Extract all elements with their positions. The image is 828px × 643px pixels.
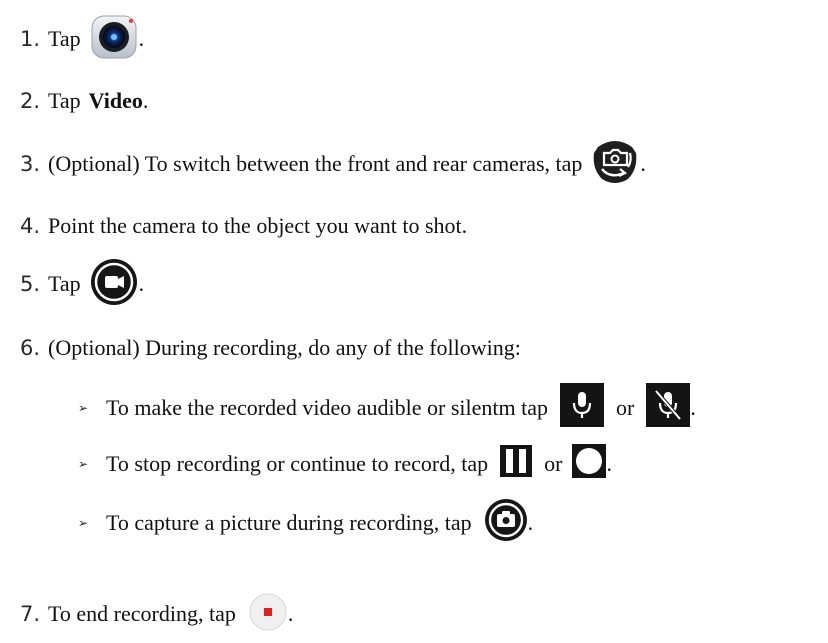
- bullet-punctuation: .: [690, 395, 696, 420]
- step-punctuation: .: [142, 88, 149, 113]
- step-text: (Optional) To switch between the front a…: [48, 151, 583, 176]
- bullet-3: ➢ To capture a picture during recording,…: [0, 498, 533, 548]
- microphone-muted-icon[interactable]: [646, 383, 691, 433]
- step-text: Tap: [48, 26, 81, 51]
- step-number: 6.: [19, 335, 40, 360]
- step-number: 5.: [19, 271, 40, 296]
- step-3: 3. (Optional) To switch between the fron…: [0, 139, 646, 189]
- step-punctuation: .: [640, 151, 646, 176]
- video-mode-label: Video: [88, 88, 143, 113]
- step-text: Tap: [48, 271, 81, 296]
- step-6: 6. (Optional) During recording, do any o…: [0, 337, 521, 359]
- or-text: or: [615, 395, 635, 420]
- step-punctuation: .: [287, 601, 294, 626]
- step-number: 1.: [19, 26, 40, 51]
- step-number: 4.: [19, 213, 40, 238]
- pause-icon[interactable]: [500, 445, 533, 483]
- step-number: 7.: [19, 601, 40, 626]
- stop-record-icon[interactable]: [248, 592, 288, 636]
- step-text: Point the camera to the object you want …: [48, 213, 468, 238]
- step-4: 4. Point the camera to the object you wa…: [0, 215, 467, 237]
- step-number: 3.: [19, 151, 40, 176]
- bullet-text: To stop recording or continue to record,…: [106, 451, 489, 476]
- bullet-2: ➢ To stop recording or continue to recor…: [0, 444, 612, 484]
- bullet-arrow-icon: ➢: [77, 515, 88, 530]
- bullet-1: ➢ To make the recorded video audible or …: [0, 383, 696, 433]
- step-number: 2.: [19, 88, 40, 113]
- capture-photo-icon[interactable]: [484, 498, 528, 548]
- step-text: To end recording, tap: [48, 601, 236, 626]
- bullet-text: To make the recorded video audible or si…: [106, 395, 548, 420]
- step-2: 2. Tap Video .: [0, 90, 148, 112]
- bullet-punctuation: .: [606, 451, 612, 476]
- step-text: Tap: [48, 88, 81, 113]
- or-text: or: [544, 451, 563, 476]
- camera-app-icon[interactable]: [89, 15, 139, 63]
- resume-icon[interactable]: [572, 444, 607, 484]
- bullet-text: To capture a picture during recording, t…: [106, 510, 472, 535]
- switch-camera-icon[interactable]: [590, 139, 640, 189]
- step-5: 5. Tap .: [0, 257, 144, 311]
- step-punctuation: .: [138, 26, 145, 51]
- step-punctuation: .: [138, 271, 145, 296]
- step-1: 1. Tap .: [0, 15, 144, 63]
- bullet-punctuation: .: [527, 510, 534, 535]
- step-7: 7. To end recording, tap .: [0, 592, 293, 636]
- video-record-icon[interactable]: [89, 257, 139, 311]
- step-text: (Optional) During recording, do any of t…: [48, 335, 521, 360]
- bullet-arrow-icon: ➢: [77, 456, 88, 471]
- microphone-icon[interactable]: [559, 383, 604, 433]
- bullet-arrow-icon: ➢: [77, 400, 88, 415]
